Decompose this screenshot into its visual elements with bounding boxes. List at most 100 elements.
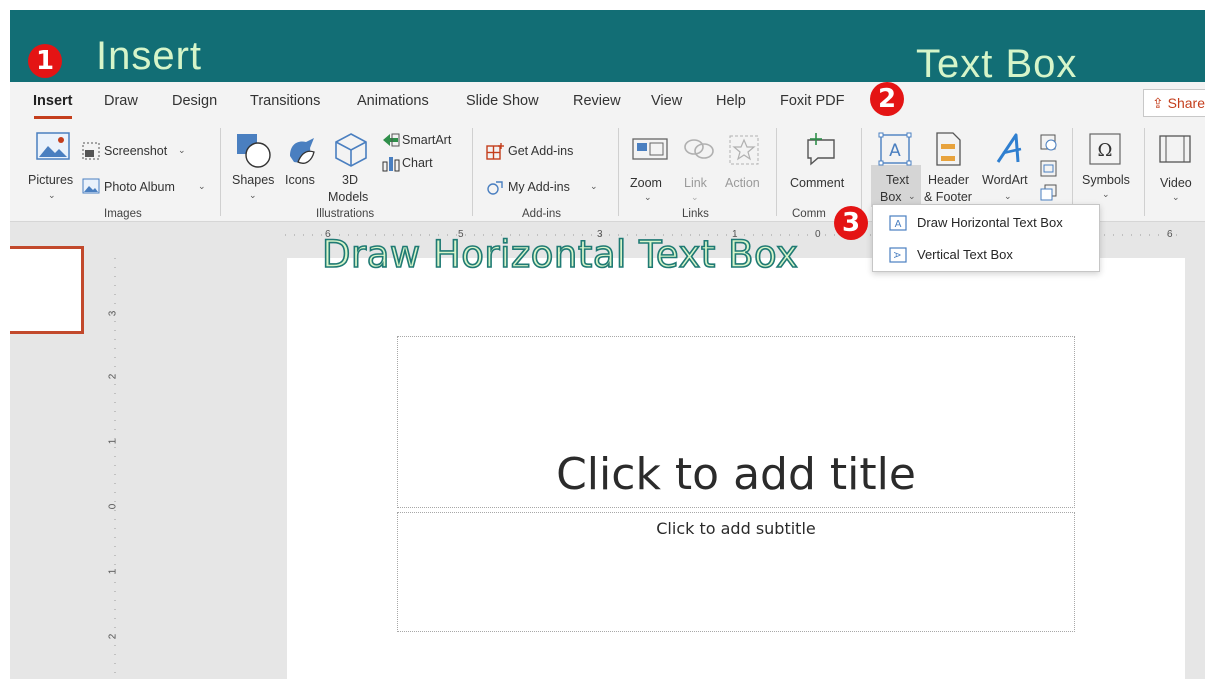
text-box-chevron-icon[interactable]: ⌄ [908,191,916,202]
text-box-label-line1[interactable]: Text [886,172,909,189]
screenshot-button[interactable]: Screenshot [104,143,167,160]
zoom-icon[interactable] [632,136,668,162]
my-addins-chevron-icon[interactable]: ⌄ [590,181,598,192]
ruler-label: 2 [107,373,119,380]
video-icon[interactable] [1158,134,1192,164]
ruler-label: 6 [1167,229,1173,240]
photo-album-icon[interactable] [82,178,100,194]
vertical-ruler: 3 2 1 0 1 2 [107,258,123,678]
menu-item-label: Draw Horizontal Text Box [917,215,1063,230]
3d-models-label-line2[interactable]: Models [328,189,368,206]
svg-text:A: A [895,219,902,230]
date-time-icon[interactable] [1040,132,1058,152]
tab-view[interactable]: View [651,93,682,109]
smartart-icon[interactable] [382,132,400,148]
vertical-ruler-ticks [114,258,116,678]
icons-button[interactable]: Icons [285,172,315,189]
object-icon[interactable] [1040,184,1058,202]
tab-design[interactable]: Design [172,93,217,109]
wordart-button[interactable]: WordArt [982,172,1028,189]
group-separator [861,128,862,216]
wordart-icon[interactable] [994,132,1026,166]
slide-canvas[interactable]: Click to add title Click to add subtitle [287,258,1185,679]
group-separator [1144,128,1145,216]
symbols-button[interactable]: Symbols [1082,172,1130,189]
3d-models-icon[interactable] [334,132,368,168]
group-separator [618,128,619,216]
group-separator [220,128,221,216]
tab-animations[interactable]: Animations [357,93,429,109]
photo-album-button[interactable]: Photo Album [104,179,175,196]
step-1-label: Insert [96,34,203,78]
action-button: Action [725,176,760,190]
annotation-banner: 1 Insert Text Box [10,10,1205,86]
link-icon [684,139,714,159]
comment-button[interactable]: Comment [790,175,844,192]
get-addins-icon[interactable] [486,142,504,160]
chart-icon[interactable] [382,154,400,172]
svg-text:A: A [891,252,901,259]
tab-transitions[interactable]: Transitions [250,93,320,109]
icons-icon[interactable] [284,132,320,168]
subtitle-placeholder[interactable]: Click to add subtitle [397,512,1075,632]
screenshot-icon[interactable] [82,142,100,160]
smartart-button[interactable]: SmartArt [402,132,451,149]
ruler-label: 2 [107,633,119,640]
photo-album-chevron-icon[interactable]: ⌄ [198,181,206,192]
screenshot-chevron-icon[interactable]: ⌄ [178,145,186,156]
tab-draw[interactable]: Draw [104,93,138,109]
link-button: Link [684,176,707,190]
header-footer-label-line1[interactable]: Header [928,172,969,189]
my-addins-button[interactable]: My Add-ins [508,179,570,196]
share-button[interactable]: ⇪ Share [1143,89,1205,117]
tab-foxit-pdf[interactable]: Foxit PDF [780,93,844,109]
ribbon-tabs: Insert Draw Design Transitions Animation… [10,82,1205,122]
symbols-icon[interactable]: Ω [1088,132,1122,166]
video-chevron-icon[interactable]: ⌄ [1172,192,1180,203]
text-box-dropdown-menu: A Draw Horizontal Text Box A Vertical Te… [872,204,1100,272]
pictures-chevron-icon[interactable]: ⌄ [48,190,56,201]
text-box-icon[interactable]: A [878,132,912,166]
wordart-chevron-icon[interactable]: ⌄ [1004,191,1012,202]
menu-item-draw-horizontal-text-box[interactable]: A Draw Horizontal Text Box [873,207,1099,239]
group-separator [1072,128,1073,216]
share-icon: ⇪ [1152,95,1164,111]
ruler-label: 0 [815,229,821,240]
header-footer-icon[interactable] [934,132,962,166]
comment-icon[interactable] [804,132,838,166]
group-label-comments: Comm [792,208,826,220]
get-addins-button[interactable]: Get Add-ins [508,143,573,160]
shapes-button[interactable]: Shapes [232,172,274,189]
ruler-label: 3 [107,310,119,317]
shapes-chevron-icon[interactable]: ⌄ [249,190,257,201]
tab-review[interactable]: Review [573,93,621,109]
chart-button[interactable]: Chart [402,155,433,172]
subtitle-placeholder-text: Click to add subtitle [656,519,816,538]
tab-help[interactable]: Help [716,93,746,109]
zoom-chevron-icon[interactable]: ⌄ [644,192,652,203]
3d-models-label-line1[interactable]: 3D [342,172,358,189]
step-3-badge: 3 [834,206,868,240]
zoom-button[interactable]: Zoom [630,175,662,192]
slide-number-icon[interactable] [1040,160,1058,178]
title-placeholder[interactable]: Click to add title [397,336,1075,508]
action-icon [729,135,759,165]
step-3-caption: Draw Horizontal Text Box [321,232,799,277]
group-label-addins: Add-ins [522,208,561,220]
pictures-icon[interactable] [36,132,70,162]
tab-slide-show[interactable]: Slide Show [466,93,539,109]
slide-thumbnail[interactable] [10,246,84,334]
group-label-links: Links [682,208,709,220]
menu-item-label: Vertical Text Box [917,247,1013,262]
ruler-label: 1 [107,568,119,575]
video-button[interactable]: Video [1160,175,1192,192]
app-frame: 1 Insert Text Box Insert Draw Design Tra… [10,10,1205,679]
pictures-button[interactable]: Pictures [28,172,73,189]
shapes-icon[interactable] [236,132,272,168]
share-label: Share [1167,95,1205,111]
tab-insert[interactable]: Insert [33,93,73,109]
my-addins-icon[interactable] [486,178,506,196]
group-label-illustrations: Illustrations [316,208,375,220]
symbols-chevron-icon[interactable]: ⌄ [1102,189,1110,200]
menu-item-vertical-text-box[interactable]: A Vertical Text Box [873,239,1099,271]
